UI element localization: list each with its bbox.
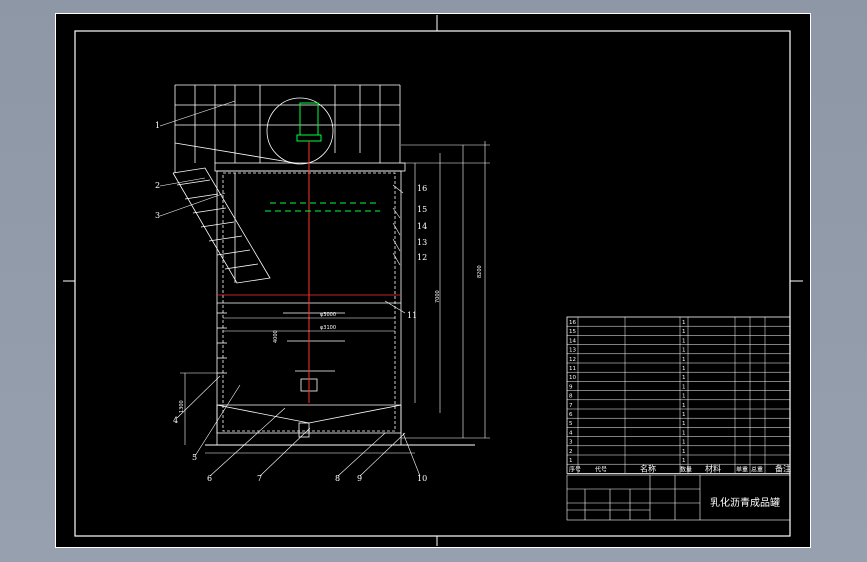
bom-header-cell: 数量: [680, 465, 692, 473]
bom-header-cell: 材料: [705, 463, 721, 473]
balloon-11[interactable]: 11: [407, 311, 417, 320]
balloon-9[interactable]: 9: [357, 474, 362, 483]
drawing-canvas[interactable]: φ3000 φ3100 4000 7000 8200 1300 1 2 3 4 …: [55, 13, 811, 548]
bom-header-cell: 备注: [775, 463, 791, 473]
drawing-title: 乳化沥青成品罐: [710, 496, 780, 509]
bom-item-qty: 1: [682, 348, 686, 354]
balloon-7[interactable]: 7: [257, 474, 262, 483]
tank-roof: [214, 162, 406, 172]
balloon-13[interactable]: 13: [417, 238, 427, 247]
liquid-level: [265, 202, 380, 212]
dim-d2: φ3100: [320, 325, 336, 331]
balloon-12[interactable]: 12: [417, 253, 427, 262]
cone-bottom: [216, 404, 402, 424]
bom-item-qty: 1: [682, 384, 686, 390]
balloon-16[interactable]: 16: [417, 184, 427, 193]
bom-item-no: 3: [569, 440, 573, 446]
balloon-15[interactable]: 15: [417, 205, 427, 214]
bom-header-cell: 总重: [751, 465, 763, 473]
drawing-sheet[interactable]: φ3000 φ3100 4000 7000 8200 1300 1 2 3 4 …: [55, 13, 811, 548]
cad-viewer: φ3000 φ3100 4000 7000 8200 1300 1 2 3 4 …: [0, 0, 867, 562]
bom-item-qty: 1: [682, 458, 686, 464]
dim-d1: φ3000: [320, 312, 336, 318]
bom-item-no: 9: [569, 384, 573, 390]
bom-item-qty: 1: [682, 403, 686, 409]
bom-item-no: 6: [569, 412, 573, 418]
balloon-6[interactable]: 6: [207, 474, 212, 483]
vertical-dimensions: [180, 141, 490, 445]
bom-item-no: 16: [569, 320, 576, 326]
motor-icon: [299, 102, 319, 136]
bom-header-cell: 代号: [595, 465, 607, 473]
balloon-8[interactable]: 8: [335, 474, 340, 483]
bom-item-qty: 1: [682, 375, 686, 381]
stairway: [172, 167, 271, 284]
tank-assembly: [172, 84, 475, 446]
balloon-3[interactable]: 3: [155, 211, 160, 220]
bom-header-cell: 名称: [640, 463, 656, 473]
bom-item-qty: 1: [682, 366, 686, 372]
bom-item-no: 2: [569, 449, 573, 455]
bom-item-qty: 1: [682, 421, 686, 427]
bom-item-qty: 1: [682, 449, 686, 455]
leader-lines: [159, 100, 421, 477]
bom-item-no: 4: [569, 430, 573, 436]
agitator: [217, 102, 401, 403]
bom-item-no: 13: [569, 348, 576, 354]
bom-item-no: 8: [569, 394, 573, 400]
dim-d3: 4000: [273, 330, 279, 343]
balloon-10[interactable]: 10: [417, 474, 427, 483]
bom-item-no: 11: [569, 366, 576, 372]
balloon-4[interactable]: 4: [173, 416, 178, 425]
bom-item-no: 14: [569, 338, 576, 344]
balloon-2[interactable]: 2: [155, 181, 160, 190]
bom-item-no: 12: [569, 357, 576, 363]
bom-header-cell: 单重: [736, 465, 748, 473]
bom-item-qty: 1: [682, 329, 686, 335]
bom-header-cell: 序号: [569, 465, 581, 473]
balloon-5[interactable]: 5: [192, 453, 197, 462]
bom-item-no: 7: [569, 403, 573, 409]
bom-item-qty: 1: [682, 394, 686, 400]
bom-item-qty: 1: [682, 357, 686, 363]
bom-frame: [566, 316, 791, 474]
bom-item-no: 1: [569, 458, 573, 464]
top-railing: [174, 84, 401, 173]
bom-item-qty: 1: [682, 430, 686, 436]
balloon-1[interactable]: 1: [155, 121, 160, 130]
bom-item-no: 15: [569, 329, 576, 335]
bom-item-qty: 1: [682, 338, 686, 344]
bom-item-qty: 1: [682, 412, 686, 418]
balloon-14[interactable]: 14: [417, 222, 427, 231]
bom-item-qty: 1: [682, 440, 686, 446]
sheet-border: [55, 13, 811, 548]
dim-d4: 7000: [435, 290, 441, 303]
bill-of-materials: 16 115 114 113 112 111 110 19 18 17 16 15 14 13 12 11 1序…: [566, 316, 791, 474]
bom-item-no: 10: [569, 375, 576, 381]
bom-item-qty: 1: [682, 320, 686, 326]
bom-item-no: 5: [569, 421, 573, 427]
dim-d5: 8200: [477, 265, 483, 278]
